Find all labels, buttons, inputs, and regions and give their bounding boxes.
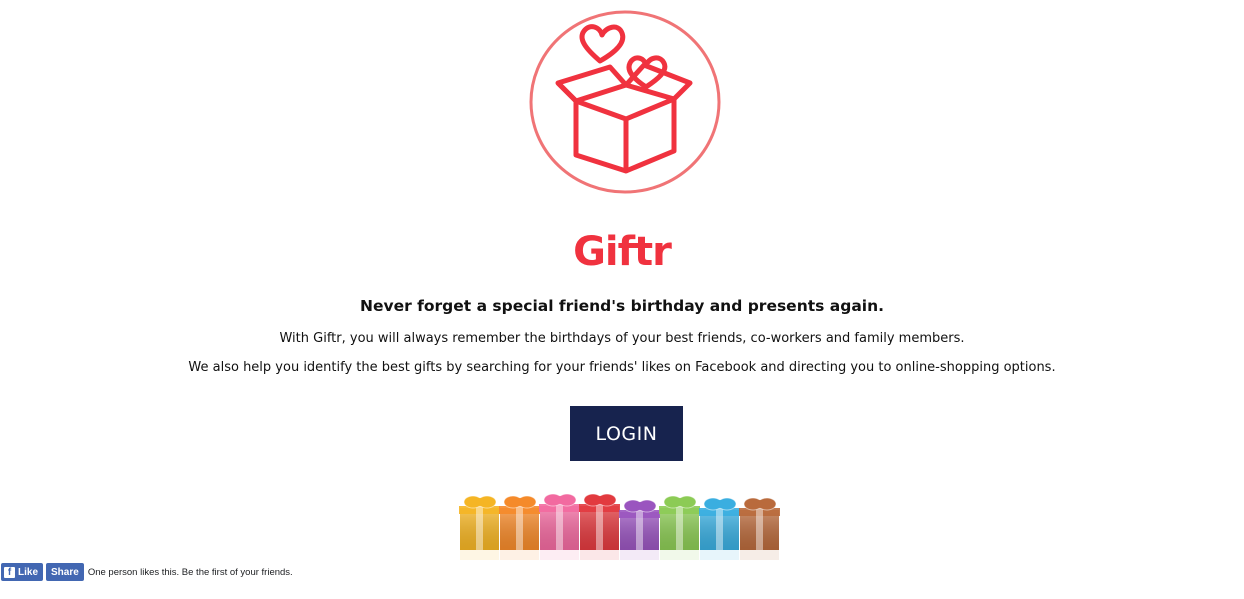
facebook-icon: f — [4, 566, 15, 578]
login-button[interactable]: LOGIN — [570, 406, 683, 461]
tagline: Never forget a special friend's birthday… — [359, 297, 885, 315]
description-line-1: With Giftr, you will always remember the… — [279, 331, 965, 346]
brand-title: Giftr — [573, 229, 672, 275]
description-line-2: We also help you identify the best gifts… — [188, 360, 1056, 375]
gift-box-with-hearts-icon — [529, 10, 721, 194]
gift-boxes-image — [458, 476, 790, 562]
facebook-like-count-text: One person likes this. Be the first of y… — [87, 566, 293, 578]
colorful-gift-boxes-image — [459, 493, 780, 560]
landing-page: Giftr Never forget a special friend's bi… — [0, 0, 1244, 599]
facebook-like-button[interactable]: f Like — [1, 563, 44, 581]
like-label: Like — [18, 566, 39, 578]
facebook-like-bar: f Like Share One person likes this. Be t… — [1, 562, 293, 582]
facebook-share-button[interactable]: Share — [46, 563, 84, 581]
logo — [528, 9, 722, 195]
